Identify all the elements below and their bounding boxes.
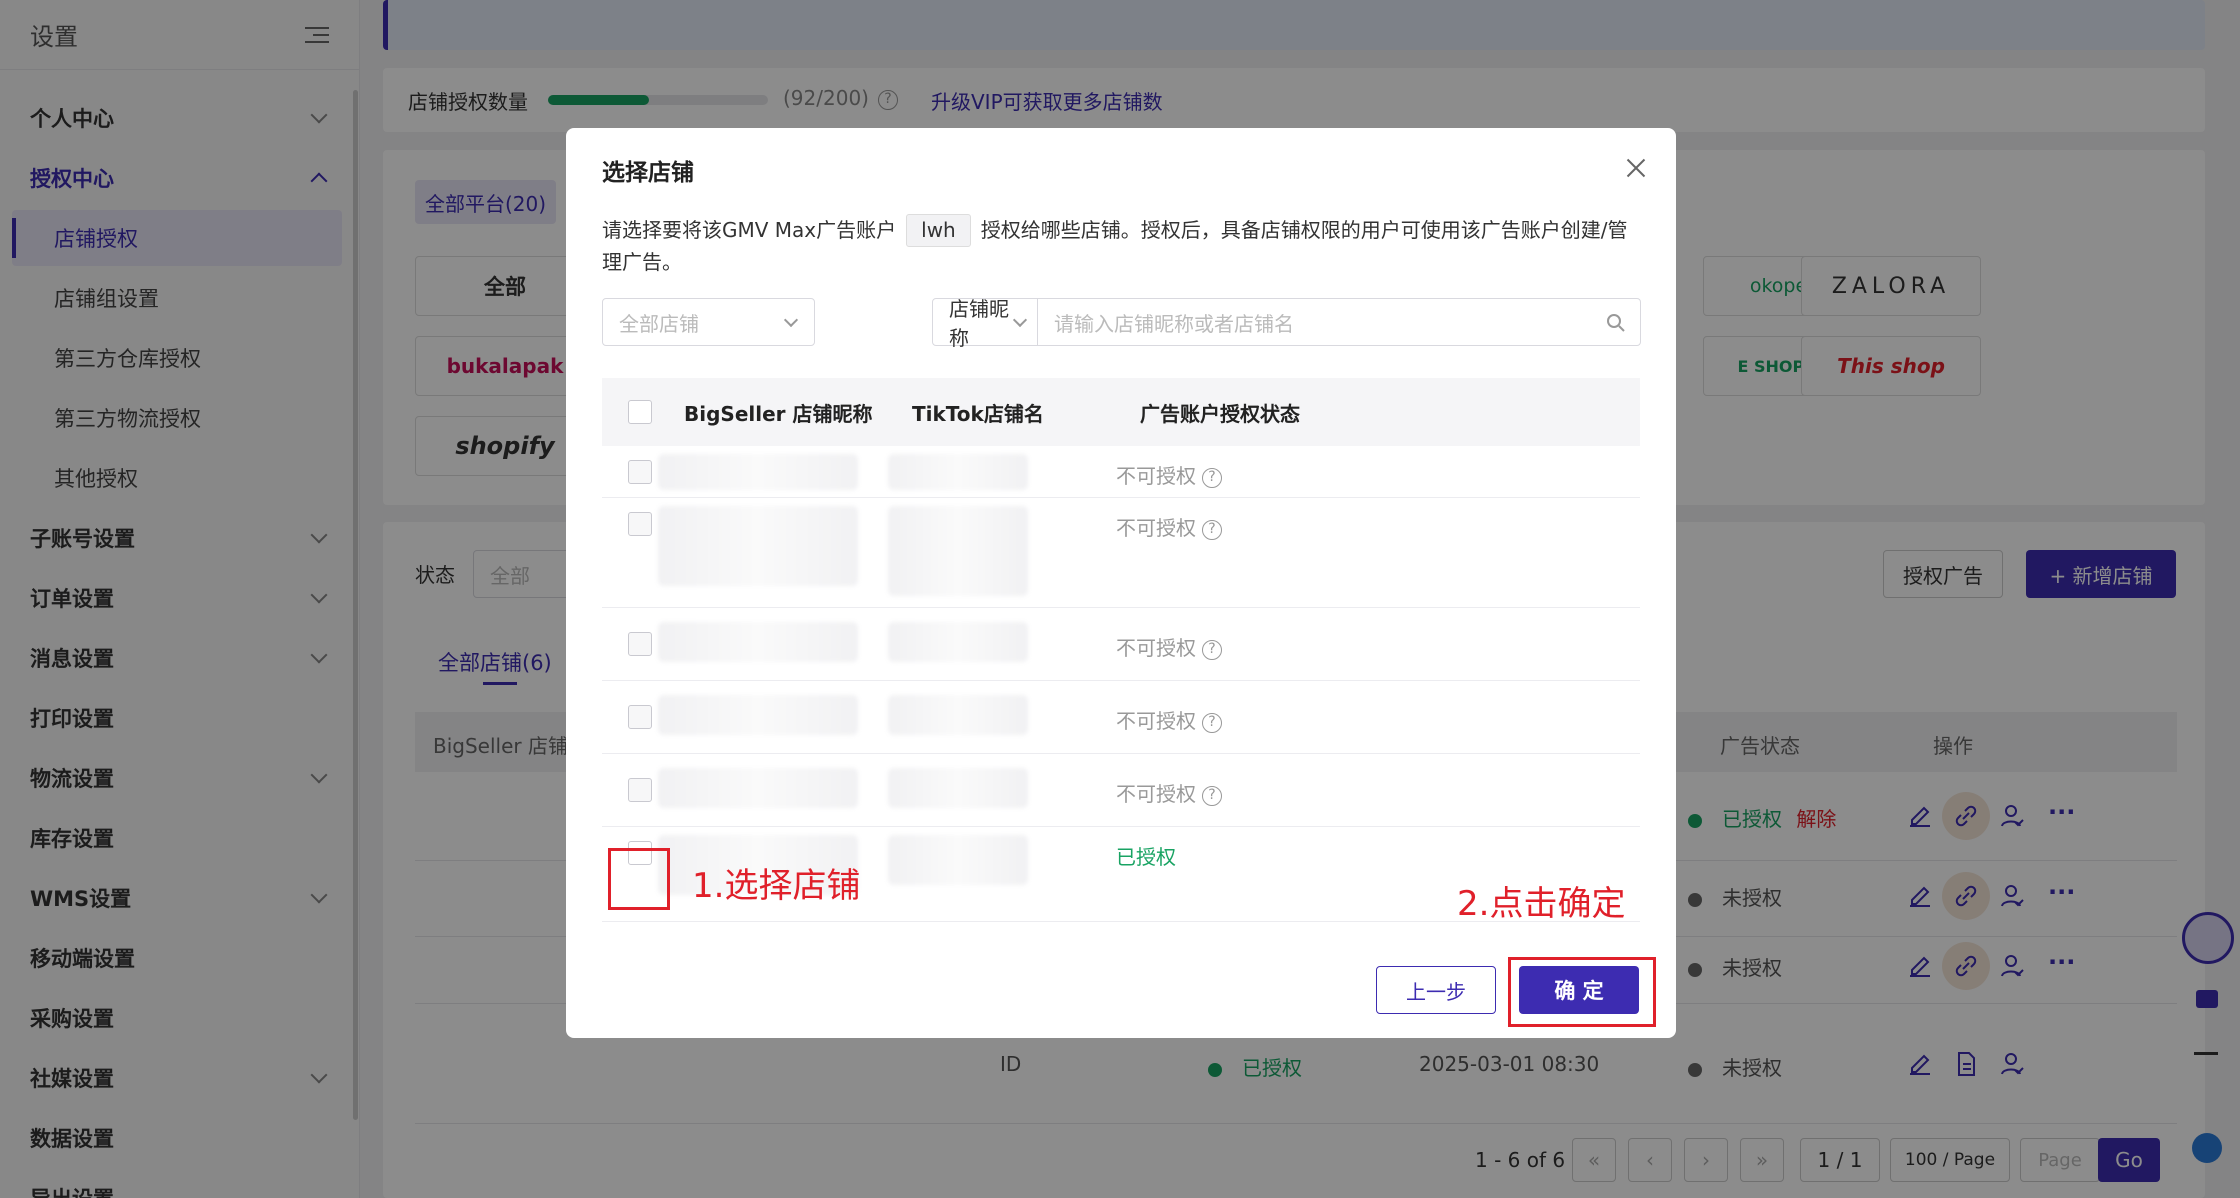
redacted-store-name — [888, 622, 1028, 662]
annotation-step2: 2.点击确定 — [1457, 884, 1626, 924]
redacted-store-name — [888, 835, 1028, 885]
auth-status-authorized: 已授权 — [1116, 845, 1176, 869]
help-icon[interactable]: ? — [1202, 639, 1222, 660]
dialog-description: 请选择要将该GMV Max广告账户 lwh 授权给哪些店铺。授权后，具备店铺权限的用… — [602, 214, 1642, 278]
select-all-checkbox[interactable] — [628, 400, 652, 424]
annotation-checkbox-highlight — [608, 848, 670, 910]
auth-status: 不可授权? — [1116, 705, 1222, 734]
table-row: 不可授权? — [602, 681, 1640, 754]
prev-step-button[interactable]: 上一步 — [1376, 966, 1496, 1014]
redacted-store-name — [888, 454, 1028, 490]
redacted-store-name — [888, 506, 1028, 596]
redacted-store-name — [888, 768, 1028, 808]
dialog-title: 选择店铺 — [602, 160, 694, 186]
dialog-table-header: BigSeller 店铺昵称 TikTok店铺名 广告账户授权状态 — [602, 378, 1640, 446]
help-icon[interactable]: ? — [1202, 785, 1222, 806]
redacted-store-name — [888, 695, 1028, 735]
table-row: 不可授权? — [602, 498, 1640, 608]
search-icon[interactable] — [1606, 313, 1626, 333]
table-row: 不可授权? — [602, 754, 1640, 827]
close-icon[interactable] — [1626, 158, 1646, 178]
ad-account-tag: lwh — [906, 214, 971, 247]
table-row: 不可授权? — [602, 608, 1640, 681]
row-checkbox — [628, 460, 652, 484]
col-auth-status: 广告账户授权状态 — [1140, 401, 1300, 426]
auth-status: 不可授权? — [1116, 512, 1222, 541]
row-checkbox — [628, 705, 652, 729]
row-checkbox — [628, 632, 652, 656]
chevron-down-icon — [783, 312, 799, 328]
help-icon[interactable]: ? — [1202, 519, 1222, 540]
redacted-nickname — [658, 695, 858, 735]
table-row: 不可授权? — [602, 446, 1640, 498]
col-tiktok-store: TikTok店铺名 — [912, 401, 1044, 426]
annotation-step1: 1.选择店铺 — [692, 866, 861, 906]
help-icon[interactable]: ? — [1202, 712, 1222, 733]
row-checkbox — [628, 512, 652, 536]
help-icon[interactable]: ? — [1202, 467, 1222, 488]
annotation-confirm-highlight — [1508, 957, 1656, 1027]
row-checkbox — [628, 778, 652, 802]
col-bigseller-nickname: BigSeller 店铺昵称 — [684, 401, 873, 426]
store-search-input[interactable]: 请输入店铺昵称或者店铺名 — [1037, 298, 1641, 346]
redacted-nickname — [658, 622, 858, 662]
store-filter-select[interactable]: 全部店铺 — [602, 298, 815, 346]
auth-status: 不可授权? — [1116, 778, 1222, 807]
search-field-select[interactable]: 店铺昵称 — [932, 297, 1038, 350]
auth-status: 不可授权? — [1116, 460, 1222, 489]
auth-status: 不可授权? — [1116, 632, 1222, 661]
redacted-nickname — [658, 768, 858, 808]
redacted-nickname — [658, 454, 858, 490]
redacted-nickname — [658, 506, 858, 586]
